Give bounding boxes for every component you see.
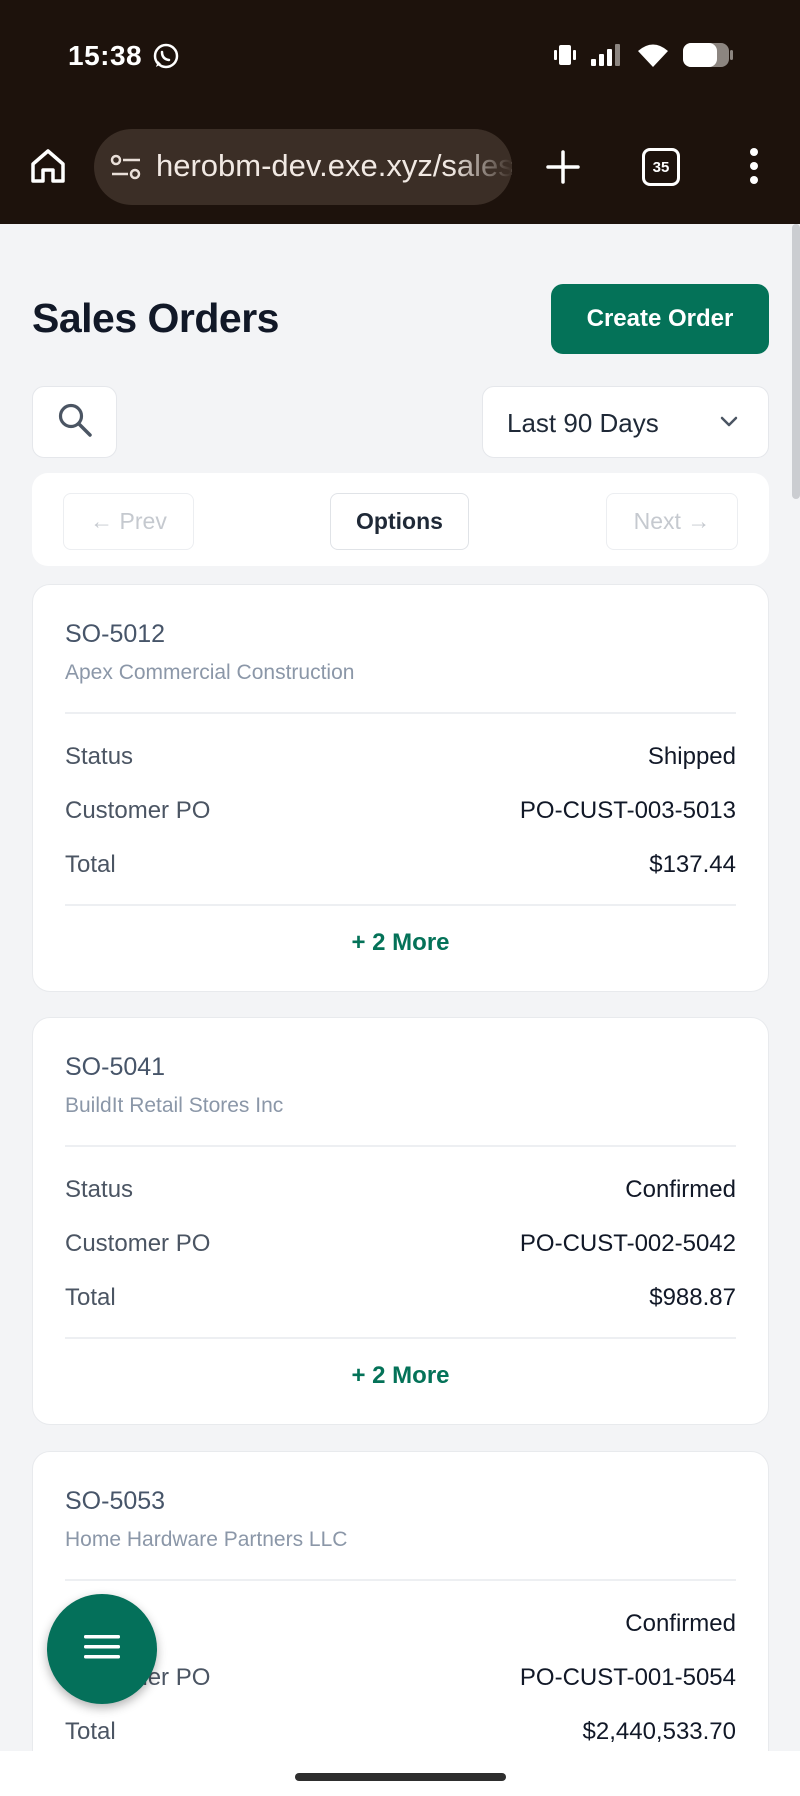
total-label: Total bbox=[65, 1284, 116, 1311]
order-customer: Home Hardware Partners LLC bbox=[65, 1528, 348, 1551]
options-button[interactable]: Options bbox=[330, 493, 469, 550]
show-more-button[interactable]: + 2 More bbox=[33, 1362, 768, 1390]
customer-po-value: PO-CUST-001-5054 bbox=[519, 1664, 736, 1691]
plus-icon[interactable] bbox=[542, 146, 584, 188]
status-bar: 15:38 bbox=[0, 0, 800, 110]
order-card[interactable]: SO-5041 BuildIt Retail Stores Inc Status… bbox=[32, 1017, 769, 1425]
home-indicator[interactable] bbox=[295, 1773, 506, 1781]
status-value: Shipped bbox=[647, 743, 736, 770]
date-range-select[interactable]: Last 90 Days bbox=[482, 386, 769, 458]
search-button[interactable] bbox=[32, 386, 117, 458]
status-icons bbox=[552, 42, 734, 73]
url-fade bbox=[452, 129, 512, 205]
total-label: Total bbox=[65, 1718, 116, 1745]
status-label: Status bbox=[65, 743, 134, 770]
total-value: $2,440,533.70 bbox=[582, 1718, 736, 1745]
customer-po-value: PO-CUST-003-5013 bbox=[519, 797, 736, 824]
page-title: Sales Orders bbox=[32, 295, 280, 341]
total-label: Total bbox=[65, 851, 116, 878]
order-id: SO-5012 bbox=[65, 620, 166, 648]
customer-po-value: PO-CUST-002-5042 bbox=[519, 1230, 736, 1257]
order-id: SO-5041 bbox=[65, 1053, 166, 1081]
pagination-bar: ← Prev Options Next → bbox=[32, 473, 769, 566]
search-icon bbox=[56, 401, 94, 444]
divider bbox=[65, 904, 736, 906]
address-bar[interactable]: herobm-dev.exe.xyz/sales bbox=[94, 129, 512, 205]
status-time: 15:38 bbox=[68, 40, 143, 71]
divider bbox=[65, 1337, 736, 1339]
whatsapp-icon bbox=[152, 42, 180, 75]
chevron-down-icon bbox=[720, 415, 738, 433]
order-card[interactable]: SO-5012 Apex Commercial Construction Sta… bbox=[32, 584, 769, 992]
divider bbox=[65, 712, 736, 714]
create-order-button[interactable]: Create Order bbox=[551, 284, 769, 354]
total-value: $137.44 bbox=[649, 851, 736, 878]
next-page-button[interactable]: Next → bbox=[606, 493, 738, 550]
status-value: Confirmed bbox=[625, 1176, 736, 1203]
signal-icon bbox=[590, 43, 624, 72]
menu-fab[interactable] bbox=[47, 1594, 157, 1704]
browser-toolbar: herobm-dev.exe.xyz/sales 35 bbox=[0, 110, 800, 224]
customer-po-label: Customer PO bbox=[65, 797, 211, 824]
tab-switcher-button[interactable]: 35 bbox=[642, 148, 680, 186]
divider bbox=[65, 1579, 736, 1581]
page-scrollbar[interactable] bbox=[792, 224, 800, 499]
hamburger-menu-icon bbox=[83, 1632, 121, 1667]
order-customer: BuildIt Retail Stores Inc bbox=[65, 1094, 284, 1117]
vibrate-icon bbox=[552, 44, 578, 71]
total-value: $988.87 bbox=[649, 1284, 736, 1311]
order-customer: Apex Commercial Construction bbox=[65, 661, 355, 684]
tune-icon[interactable] bbox=[110, 153, 142, 186]
prev-page-button[interactable]: ← Prev bbox=[63, 493, 194, 550]
date-range-value: Last 90 Days bbox=[507, 408, 659, 438]
customer-po-label: Customer PO bbox=[65, 1230, 211, 1257]
order-id: SO-5053 bbox=[65, 1487, 166, 1515]
battery-icon bbox=[682, 42, 734, 73]
status-label: Status bbox=[65, 1176, 134, 1203]
home-icon[interactable] bbox=[28, 146, 68, 186]
divider bbox=[65, 1145, 736, 1147]
status-value: Confirmed bbox=[625, 1610, 736, 1637]
wifi-icon bbox=[636, 42, 670, 73]
show-more-button[interactable]: + 2 More bbox=[33, 929, 768, 957]
more-vert-icon[interactable] bbox=[740, 144, 768, 188]
